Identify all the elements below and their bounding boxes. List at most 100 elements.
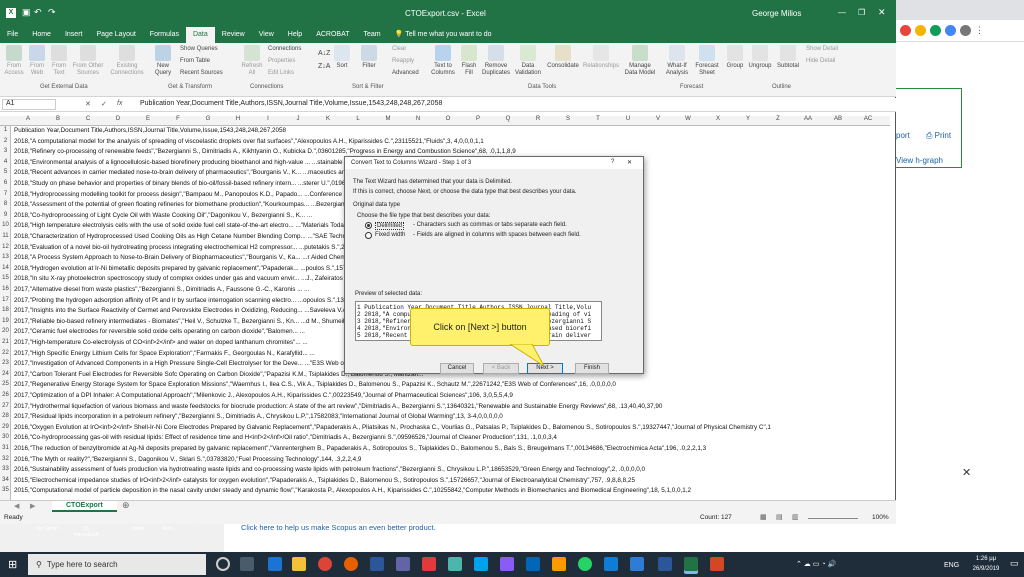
column-header[interactable]: V xyxy=(643,116,673,122)
tab-data[interactable]: Data xyxy=(185,27,215,43)
row-header[interactable]: 32 xyxy=(0,456,11,462)
table-row[interactable]: 2018,"Refinery co-processing of renewabl… xyxy=(14,148,890,155)
relationships-button[interactable]: Relationships xyxy=(582,45,620,70)
normal-view-icon[interactable]: ▦ xyxy=(760,513,767,521)
tell-me-search[interactable]: 💡 Tell me what you want to do xyxy=(388,27,499,43)
column-header[interactable]: D xyxy=(103,116,133,122)
column-header[interactable]: J xyxy=(283,116,313,122)
edge-icon[interactable] xyxy=(268,557,282,571)
text-to-columns-button[interactable]: Text to Columns xyxy=(428,45,458,77)
fixed-width-label[interactable]: Fixed width xyxy=(375,232,405,238)
new-query-button[interactable]: New Query xyxy=(150,45,176,77)
tab-home[interactable]: Home xyxy=(25,27,58,43)
add-sheet-icon[interactable]: ⊕ xyxy=(122,500,130,511)
sort-button[interactable]: Sort xyxy=(332,45,352,70)
table-row[interactable]: Publication Year,Document Title,Authors,… xyxy=(14,127,890,134)
export-link[interactable]: port xyxy=(896,131,910,140)
user-name[interactable]: George Milios xyxy=(752,9,801,18)
row-header[interactable]: 19 xyxy=(0,318,11,324)
table-row[interactable]: 2016,"Oxygen Evolution at IrO<inf>2</inf… xyxy=(14,424,890,431)
row-header[interactable]: 1 xyxy=(0,127,11,133)
table-row[interactable]: 2017,"Regenerative Energy Storage System… xyxy=(14,381,890,388)
table-row[interactable]: 2015,"Computational model of particle de… xyxy=(14,487,890,494)
manage-data-model-button[interactable]: Manage Data Model xyxy=(622,45,658,77)
skype-icon[interactable] xyxy=(474,557,488,571)
row-header[interactable]: 11 xyxy=(0,233,11,239)
scroll-left-icon[interactable]: ◀ xyxy=(14,502,19,510)
fixed-width-radio[interactable] xyxy=(365,232,372,239)
app-icon[interactable] xyxy=(578,557,592,571)
row-header[interactable]: 30 xyxy=(0,434,11,440)
column-header[interactable]: Q xyxy=(493,116,523,122)
row-header[interactable]: 35 xyxy=(0,487,11,493)
tab-team[interactable]: Team xyxy=(357,27,388,43)
enter-icon[interactable]: ✓ xyxy=(101,100,107,108)
column-header[interactable]: A xyxy=(13,116,43,122)
column-header[interactable]: O xyxy=(433,116,463,122)
finish-button[interactable]: Finish xyxy=(575,363,609,374)
row-header[interactable]: 29 xyxy=(0,424,11,430)
close-icon[interactable]: ✕ xyxy=(627,159,632,166)
show-detail-button[interactable]: Show Detail xyxy=(806,46,838,52)
row-header[interactable]: 2 xyxy=(0,138,11,144)
row-header[interactable]: 6 xyxy=(0,180,11,186)
function-icon[interactable]: fx xyxy=(117,100,122,107)
column-header[interactable]: Y xyxy=(733,116,763,122)
tab-insert[interactable]: Insert xyxy=(58,27,90,43)
column-header[interactable]: C xyxy=(73,116,103,122)
column-header[interactable]: X xyxy=(703,116,733,122)
menu-icon[interactable]: ⋮ xyxy=(975,25,984,36)
row-header[interactable]: 17 xyxy=(0,297,11,303)
undo-icon[interactable]: ↶ xyxy=(34,7,42,18)
consolidate-button[interactable]: Consolidate xyxy=(546,45,580,70)
print-link[interactable]: ⎙ Print xyxy=(926,131,951,141)
table-row[interactable]: 2017,"Optimization of a DPI Inhaler: A C… xyxy=(14,392,890,399)
cancel-button[interactable]: Cancel xyxy=(440,363,474,374)
formula-input[interactable]: Publication Year,Document Title,Authors,… xyxy=(140,100,442,107)
column-header[interactable]: B xyxy=(43,116,73,122)
column-header[interactable]: AA xyxy=(793,116,823,122)
delimited-radio[interactable] xyxy=(365,222,372,229)
redo-icon[interactable]: ↷ xyxy=(48,7,56,18)
table-row[interactable]: 2015,"Electrochemical impedance studies … xyxy=(14,477,890,484)
restore-icon[interactable]: ❐ xyxy=(858,8,865,17)
from-web-button[interactable]: From Web xyxy=(27,45,47,77)
remove-duplicates-button[interactable]: Remove Duplicates xyxy=(480,45,512,77)
extension-icon[interactable] xyxy=(945,25,956,36)
table-row[interactable]: 2016,"Sustainability assessment of fuels… xyxy=(14,466,890,473)
scroll-right-icon[interactable]: ▶ xyxy=(30,502,35,510)
column-header[interactable]: N xyxy=(403,116,433,122)
tab-file[interactable]: File xyxy=(0,27,25,43)
page-layout-view-icon[interactable]: ▤ xyxy=(776,513,783,521)
row-header[interactable]: 13 xyxy=(0,254,11,260)
from-access-button[interactable]: From Access xyxy=(3,45,25,77)
row-header[interactable]: 34 xyxy=(0,477,11,483)
extension-icon[interactable] xyxy=(900,25,911,36)
zoom-slider[interactable] xyxy=(808,518,858,519)
show-queries-button[interactable]: Show Queries xyxy=(180,46,218,52)
column-header[interactable]: G xyxy=(193,116,223,122)
row-header[interactable]: 12 xyxy=(0,244,11,250)
sort-descending-icon[interactable]: Z↓A xyxy=(318,63,330,70)
group-button[interactable]: Group xyxy=(724,45,746,70)
what-if-analysis-button[interactable]: What-If Analysis xyxy=(662,45,692,77)
avatar[interactable] xyxy=(960,25,971,36)
delimited-label[interactable]: Delimited xyxy=(375,222,405,230)
task-view-icon[interactable] xyxy=(240,557,254,571)
row-header[interactable]: 16 xyxy=(0,286,11,292)
clear-button[interactable]: Clear xyxy=(392,46,406,52)
table-row[interactable]: 2018,"A computational model for the anal… xyxy=(14,138,890,145)
sort-ascending-icon[interactable]: A↓Z xyxy=(318,50,330,57)
tab-formulas[interactable]: Formulas xyxy=(143,27,186,43)
minimize-icon[interactable]: — xyxy=(838,8,846,17)
excel-icon[interactable] xyxy=(684,557,698,571)
flash-fill-button[interactable]: Flash Fill xyxy=(458,45,480,77)
clock-date[interactable]: 26/9/2019 xyxy=(966,566,1006,572)
row-header[interactable]: 33 xyxy=(0,466,11,472)
app-icon[interactable] xyxy=(526,557,540,571)
row-header[interactable]: 20 xyxy=(0,328,11,334)
column-header[interactable]: Z xyxy=(763,116,793,122)
help-icon[interactable]: ? xyxy=(611,159,614,165)
data-validation-button[interactable]: Data Validation xyxy=(512,45,544,77)
row-header[interactable]: 10 xyxy=(0,222,11,228)
